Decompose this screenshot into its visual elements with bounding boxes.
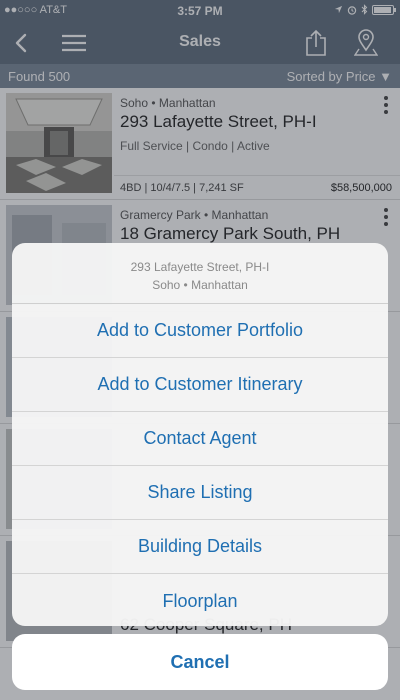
action-sheet-header: 293 Lafayette Street, PH-I Soho • Manhat… [12,243,388,304]
action-sheet-title: 293 Lafayette Street, PH-I [130,260,270,274]
cancel-button[interactable]: Cancel [12,634,388,690]
add-to-itinerary-button[interactable]: Add to Customer Itinerary [12,358,388,412]
action-sheet: 293 Lafayette Street, PH-I Soho • Manhat… [12,243,388,626]
action-sheet-subtitle: Soho • Manhattan [152,278,248,292]
add-to-portfolio-button[interactable]: Add to Customer Portfolio [12,304,388,358]
contact-agent-button[interactable]: Contact Agent [12,412,388,466]
share-listing-button[interactable]: Share Listing [12,466,388,520]
building-details-button[interactable]: Building Details [12,520,388,574]
floorplan-button[interactable]: Floorplan [12,574,388,626]
